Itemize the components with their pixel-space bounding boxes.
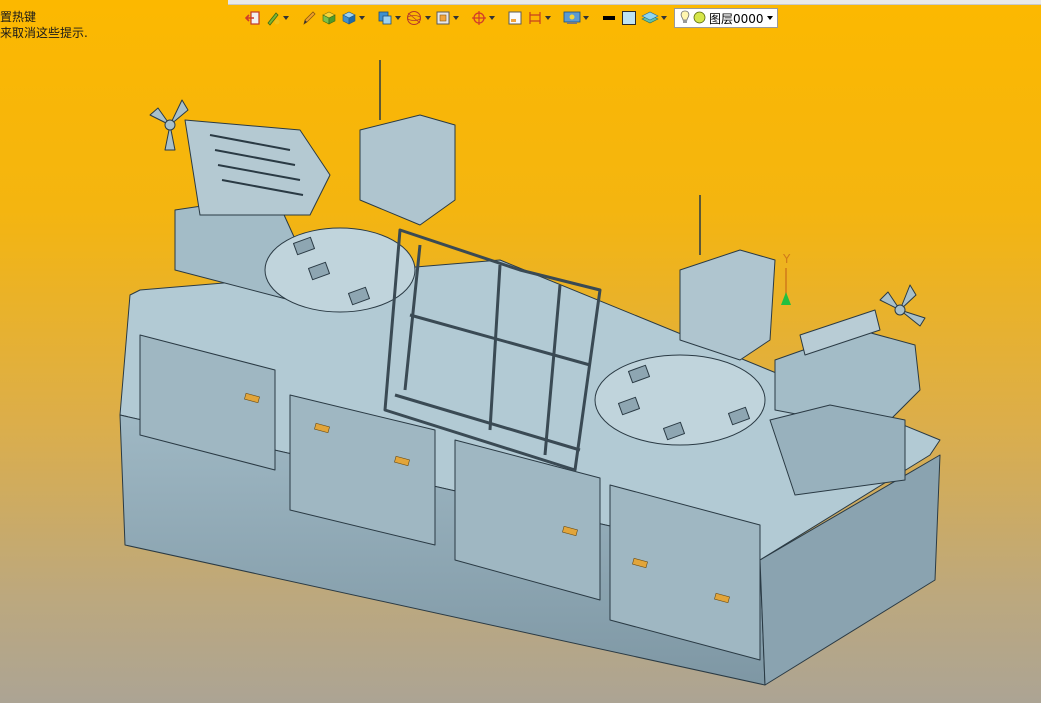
left-feeder — [184, 119, 331, 216]
left-tower — [359, 114, 456, 226]
left-fan — [149, 99, 189, 151]
right-tower — [679, 249, 776, 361]
right-lower-box — [769, 404, 906, 496]
axis-triad: Y — [781, 252, 791, 305]
axis-y-label: Y — [782, 252, 791, 266]
left-turntable — [264, 227, 416, 313]
cad-viewport[interactable]: Y — [0, 0, 1041, 703]
right-fan — [879, 284, 926, 327]
